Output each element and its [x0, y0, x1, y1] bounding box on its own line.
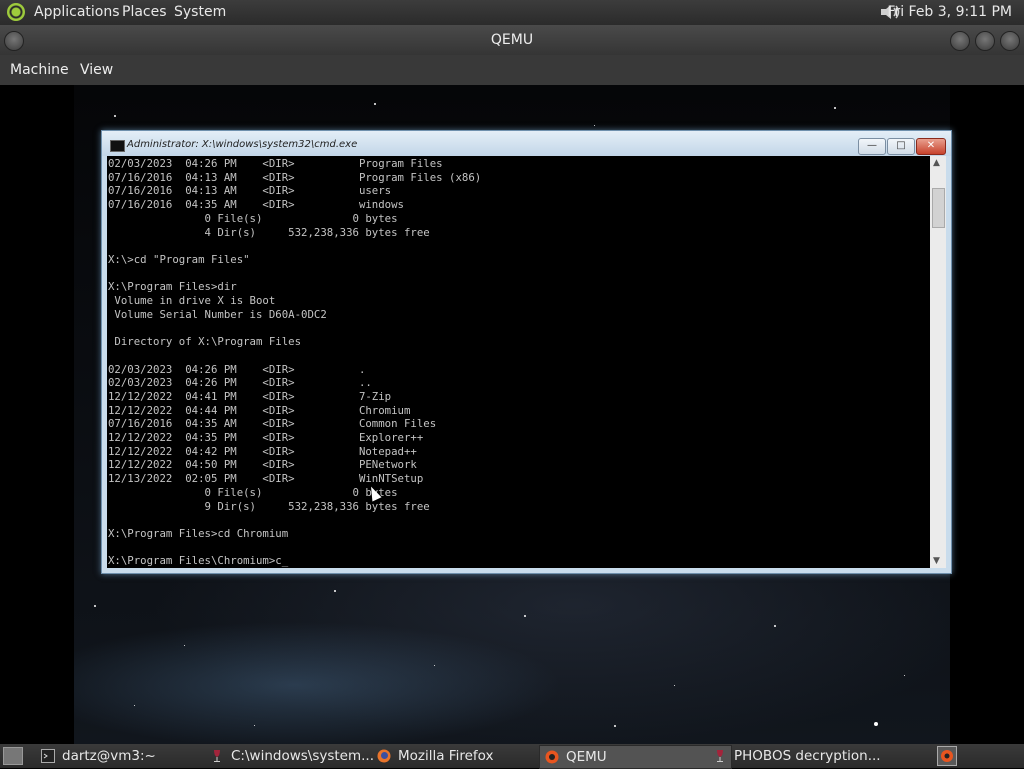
- taskbar-item-label: C:\windows\system...: [231, 748, 375, 764]
- taskbar-item-label: PHOBOS decryption...: [734, 748, 881, 764]
- cmd-minimize-button[interactable]: —: [858, 138, 886, 155]
- taskbar-item-label: Mozilla Firefox: [398, 748, 494, 764]
- window-menu-button[interactable]: [4, 31, 24, 51]
- workspace-switcher-icon[interactable]: [937, 746, 957, 766]
- taskbar-item-label: QEMU: [566, 749, 607, 765]
- cmd-titlebar[interactable]: Administrator: X:\windows\system32\cmd.e…: [102, 131, 951, 156]
- system-menu[interactable]: System: [174, 4, 226, 20]
- wine-icon: [214, 750, 220, 762]
- show-desktop-button[interactable]: [3, 747, 23, 765]
- cmd-close-button[interactable]: ✕: [916, 138, 946, 155]
- terminal-icon: [41, 749, 55, 763]
- scroll-up-arrow-icon[interactable]: ▲: [933, 158, 940, 168]
- close-button[interactable]: [1000, 31, 1020, 51]
- cmd-window[interactable]: Administrator: X:\windows\system32\cmd.e…: [101, 130, 952, 574]
- qemu-menubar: Machine View: [0, 55, 1024, 85]
- taskbar-item-qemu[interactable]: QEMU: [539, 745, 732, 769]
- top-panel: Applications Places System Fri Feb 3, 9:…: [0, 0, 1024, 25]
- firefox-icon: [377, 749, 391, 763]
- menu-view[interactable]: View: [80, 62, 113, 78]
- qemu-titlebar[interactable]: QEMU: [0, 25, 1024, 55]
- applications-logo-icon[interactable]: [7, 3, 25, 21]
- cmd-window-title: Administrator: X:\windows\system32\cmd.e…: [127, 139, 358, 150]
- scroll-thumb[interactable]: [932, 188, 945, 228]
- cmd-maximize-button[interactable]: □: [887, 138, 915, 155]
- taskbar-item-firefox[interactable]: Mozilla Firefox: [372, 745, 558, 767]
- applications-menu[interactable]: Applications: [34, 4, 120, 20]
- cmd-icon[interactable]: [110, 140, 125, 152]
- taskbar-item-terminal[interactable]: dartz@vm3:~: [36, 745, 222, 767]
- cmd-scrollbar[interactable]: ▲ ▼: [930, 156, 946, 568]
- clock[interactable]: Fri Feb 3, 9:11 PM: [887, 4, 1012, 20]
- window-title: QEMU: [490, 32, 534, 48]
- cmd-console[interactable]: 02/03/2023 04:26 PM <DIR> Program Files …: [107, 156, 930, 568]
- taskbar-item-label: dartz@vm3:~: [62, 748, 156, 764]
- bottom-taskbar: dartz@vm3:~ C:\windows\system... Mozilla…: [0, 744, 1024, 769]
- taskbar-item-phobos[interactable]: PHOBOS decryption...: [708, 745, 924, 767]
- console-output: 02/03/2023 04:26 PM <DIR> Program Files …: [108, 157, 482, 568]
- scroll-down-arrow-icon[interactable]: ▼: [933, 556, 940, 566]
- places-menu[interactable]: Places: [122, 4, 167, 20]
- wine-icon: [717, 750, 723, 762]
- qemu-icon: [545, 750, 559, 764]
- menu-machine[interactable]: Machine: [10, 62, 69, 78]
- taskbar-item-cmd[interactable]: C:\windows\system...: [205, 745, 391, 767]
- maximize-button[interactable]: [975, 31, 995, 51]
- minimize-button[interactable]: [950, 31, 970, 51]
